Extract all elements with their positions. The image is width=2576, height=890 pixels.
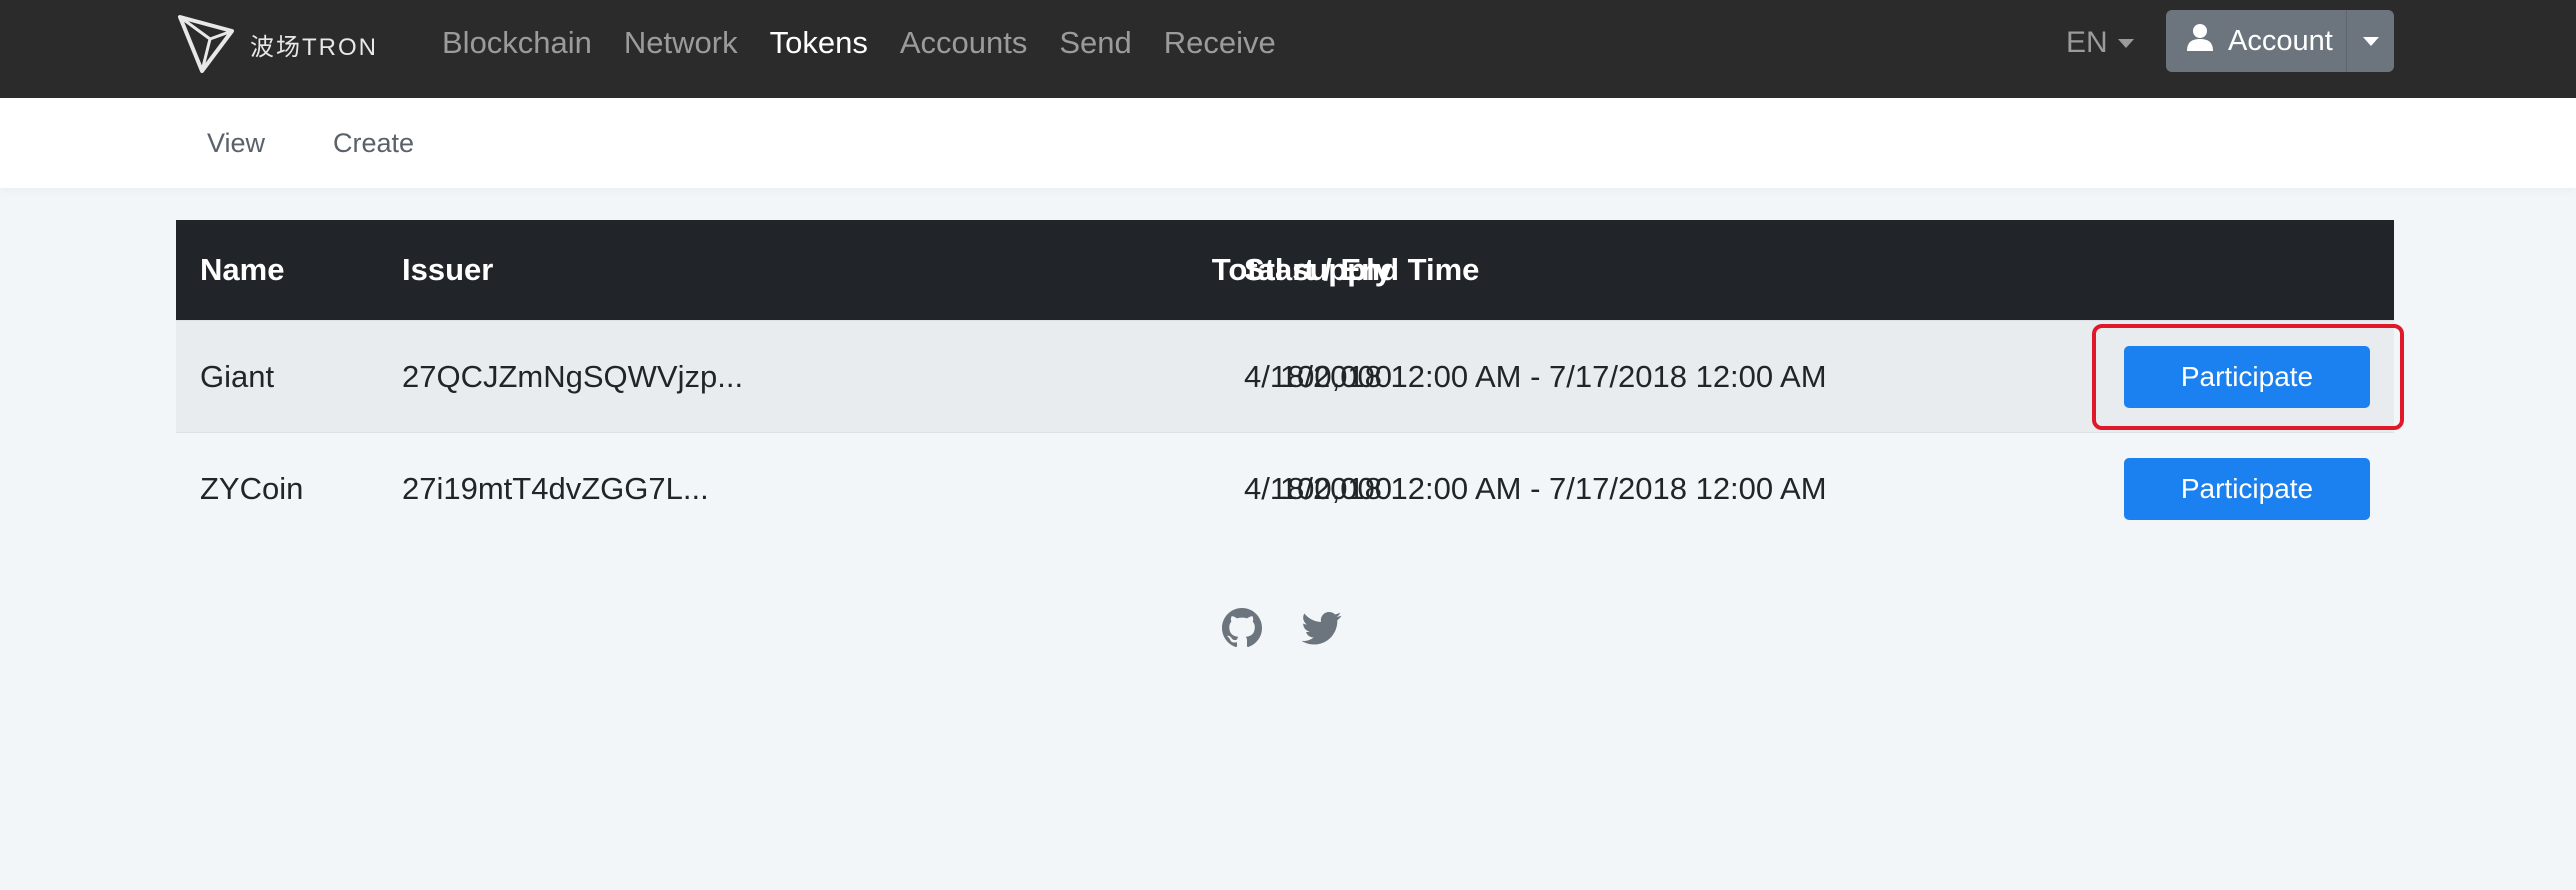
table-header: Name Issuer Total supply Start / End Tim…: [176, 220, 2394, 320]
footer-social-links: [1222, 608, 1342, 653]
top-navbar: 波场TRON Blockchain Network Tokens Account…: [0, 0, 2576, 98]
account-button[interactable]: Account: [2166, 10, 2346, 72]
subnav-create[interactable]: Create: [333, 98, 414, 188]
tokens-table: Name Issuer Total supply Start / End Tim…: [176, 220, 2394, 544]
nav-tokens[interactable]: Tokens: [770, 25, 868, 61]
nav-network[interactable]: Network: [624, 25, 738, 61]
account-dropdown-toggle[interactable]: [2346, 10, 2394, 72]
brand[interactable]: 波场TRON: [176, 12, 378, 76]
brand-text: 波场TRON: [250, 33, 378, 61]
table-row: Giant 27QCJZmNgSQWVjzp... 100,000 4/18/2…: [176, 320, 2394, 432]
chevron-down-icon: [2117, 38, 2134, 48]
token-issuer[interactable]: 27QCJZmNgSQWVjzp...: [402, 359, 743, 395]
header-name: Name: [200, 252, 285, 287]
participate-button[interactable]: Participate: [2124, 345, 2370, 408]
header-issuer: Issuer: [402, 252, 494, 287]
table-row: ZYCoin 27i19mtT4dvZGG7L... 100,000 4/18/…: [176, 432, 2394, 544]
subnav-view[interactable]: View: [207, 98, 265, 188]
github-icon[interactable]: [1222, 608, 1262, 653]
language-dropdown[interactable]: EN: [2066, 0, 2134, 86]
nav-accounts[interactable]: Accounts: [900, 25, 1028, 61]
chevron-down-icon: [2362, 36, 2379, 46]
account-label: Account: [2228, 24, 2333, 57]
token-name: ZYCoin: [200, 470, 304, 506]
token-name: Giant: [200, 358, 275, 394]
twitter-icon[interactable]: [1301, 608, 1342, 653]
token-time-range: 4/18/2018 12:00 AM - 7/17/2018 12:00 AM: [1244, 470, 1827, 506]
participate-button[interactable]: Participate: [2124, 457, 2370, 520]
nav-send[interactable]: Send: [1059, 25, 1131, 61]
user-icon: [2186, 23, 2228, 59]
token-issuer[interactable]: 27i19mtT4dvZGG7L...: [402, 471, 709, 507]
sub-navbar: View Create: [0, 98, 2576, 188]
token-time-range: 4/18/2018 12:00 AM - 7/17/2018 12:00 AM: [1244, 358, 1827, 394]
nav-receive[interactable]: Receive: [1164, 25, 1276, 61]
nav-blockchain[interactable]: Blockchain: [442, 25, 592, 61]
language-label: EN: [2066, 26, 2108, 59]
tron-logo-icon: [176, 13, 236, 75]
main-nav: Blockchain Network Tokens Accounts Send …: [442, 0, 1308, 86]
account-button-group: Account: [2166, 10, 2394, 72]
header-start-end-time: Start / End Time: [1244, 252, 1480, 287]
